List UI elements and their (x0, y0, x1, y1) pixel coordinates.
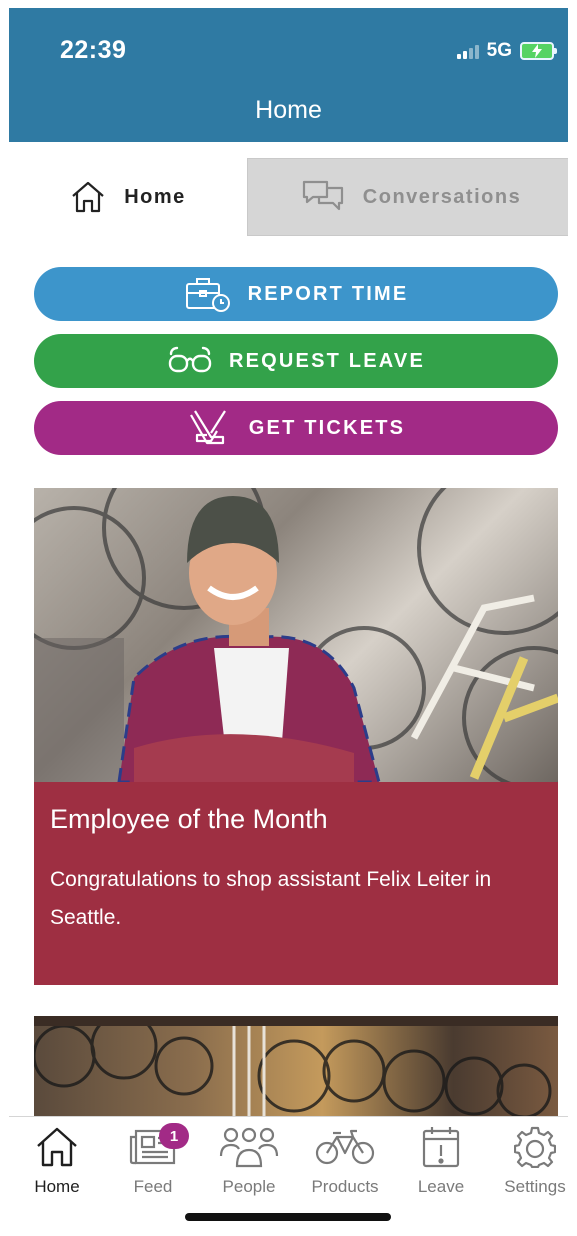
nav-feed[interactable]: 1 Feed (105, 1123, 201, 1197)
nav-people-label: People (222, 1177, 276, 1196)
gear-icon (514, 1126, 556, 1168)
briefcase-clock-icon (185, 278, 230, 312)
request-leave-button[interactable]: REQUEST LEAVE (34, 334, 558, 388)
app-header: 22:39 5G Home (9, 8, 568, 142)
store-photo-card[interactable] (34, 1016, 558, 1116)
nav-settings-label: Settings (504, 1177, 566, 1196)
nav-leave-label: Leave (417, 1177, 465, 1196)
tab-home[interactable]: Home (9, 158, 247, 236)
network-label: 5G (486, 40, 512, 61)
get-tickets-button[interactable]: GET TICKETS (34, 401, 558, 455)
nav-settings[interactable]: Settings (487, 1123, 568, 1197)
battery-icon (520, 42, 557, 60)
status-time: 22:39 (60, 36, 127, 64)
nav-home[interactable]: Home (9, 1123, 105, 1197)
request-leave-label: REQUEST LEAVE (228, 349, 426, 372)
glasses-icon (168, 346, 212, 373)
calendar-alert-icon (422, 1127, 460, 1168)
chat-bubbles-icon (302, 180, 343, 211)
card-title: Employee of the Month (50, 804, 328, 834)
nav-people[interactable]: People (201, 1123, 297, 1197)
nav-leave[interactable]: Leave (393, 1123, 489, 1197)
tab-conversations-label: Conversations (362, 185, 522, 208)
report-time-button[interactable]: REPORT TIME (34, 267, 558, 321)
tab-bar: Home Conversations (9, 158, 568, 236)
tab-conversations[interactable]: Conversations (247, 158, 568, 236)
employee-photo (34, 488, 558, 782)
people-icon (219, 1127, 279, 1168)
home-indicator[interactable] (185, 1213, 391, 1221)
page-title: Home (255, 96, 322, 124)
tab-home-label: Home (124, 185, 186, 208)
home-icon (37, 1127, 77, 1167)
employee-of-month-card[interactable]: Employee of the Month Congratulations to… (34, 488, 558, 985)
nav-home-label: Home (34, 1177, 80, 1196)
status-indicators: 5G (456, 40, 557, 62)
bottom-nav: Home 1 Feed People Products Leave Settin… (9, 1116, 568, 1206)
card-caption: Employee of the Month Congratulations to… (34, 782, 558, 985)
nav-products[interactable]: Products (297, 1123, 393, 1197)
bicycle-icon (315, 1129, 375, 1165)
nav-feed-label: Feed (133, 1177, 173, 1196)
signal-icon (456, 43, 479, 59)
hockey-sticks-icon (189, 410, 226, 445)
get-tickets-label: GET TICKETS (248, 416, 406, 439)
feed-badge: 1 (159, 1123, 189, 1149)
report-time-label: REPORT TIME (247, 282, 409, 305)
home-icon (72, 181, 104, 213)
nav-products-label: Products (311, 1177, 379, 1196)
app-screen: 22:39 5G Home Home Conversations REPORT … (9, 8, 568, 1236)
card-text: Congratulations to shop assistant Felix … (50, 868, 492, 929)
